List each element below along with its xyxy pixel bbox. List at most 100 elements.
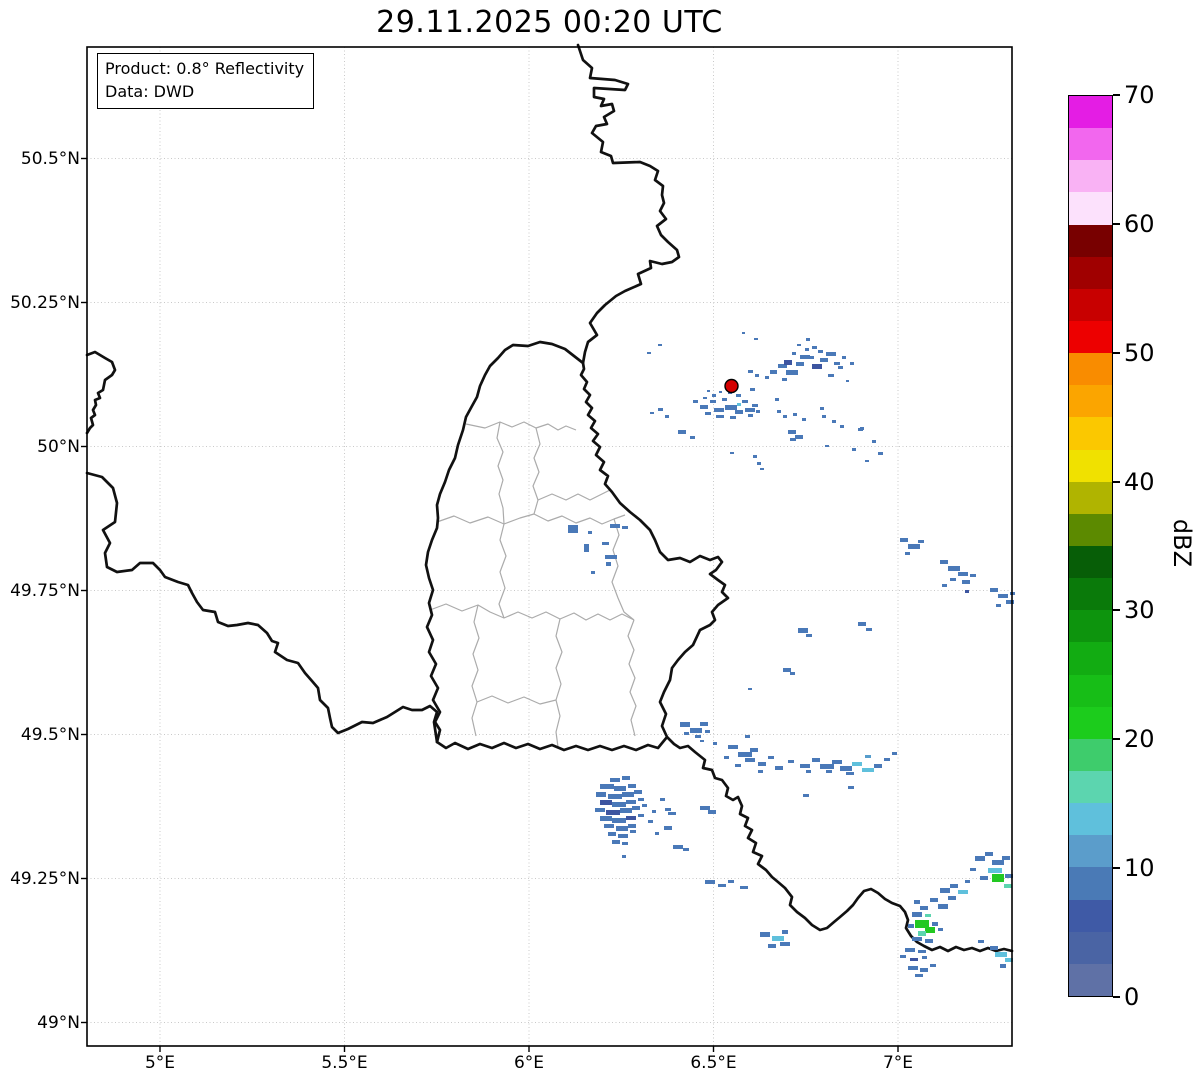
colorbar-segment [1069,353,1112,386]
radar-echo [858,622,866,626]
radar-echo [614,786,626,791]
radar-echo [832,420,836,423]
radar-echo [840,766,852,771]
radar-echo [750,748,758,752]
radar-echo [826,352,836,356]
radar-echo [604,824,614,828]
radar-echo [742,332,745,334]
colorbar-segment [1069,96,1112,129]
radar-echo [802,418,806,421]
radar-echo [818,350,823,353]
colorbar-tick-label: 40 [1124,467,1155,496]
radar-echo [820,764,834,769]
radar-echo [962,580,970,584]
radar-echo [852,762,862,766]
radar-echo [618,834,628,838]
radar-echo [798,628,808,633]
product-info-box: Product: 0.8° Reflectivity Data: DWD [97,53,315,110]
colorbar-segment [1069,545,1112,579]
radar-echo [786,370,798,375]
colorbar-segment [1069,931,1112,964]
radar-echo [722,398,727,401]
radar-echo [846,772,854,775]
radar-echo [874,764,882,768]
radar-echo [866,628,872,631]
radar-echo [826,770,832,773]
radar-echo [995,952,1007,957]
radar-echo [912,937,922,941]
radar-echo [606,562,611,566]
radar-echo [806,634,812,637]
radar-echo [718,884,726,887]
radar-echo [777,410,781,413]
radar-echo [958,890,968,894]
colorbar-segment [1069,642,1112,675]
radar-echo [622,526,628,529]
radar-echo [925,927,935,933]
colorbar-segment [1069,160,1112,193]
radar-echo [638,814,644,817]
radar-echo [980,876,988,880]
radar-echo [838,366,843,369]
radar-echo [938,904,948,909]
colorbar-segment [1069,835,1112,868]
colorbar-segment [1069,610,1112,643]
radar-echo [728,880,734,883]
colorbar-unit-label: dBZ [1168,518,1196,568]
colorbar-segment [1069,417,1112,450]
radar-echo [948,896,956,900]
radar-echo [745,735,750,738]
radar-echo [630,830,636,833]
colorbar-tick-label: 30 [1124,596,1155,625]
radar-echo [724,756,729,759]
colorbar-tick-mark [1113,867,1120,870]
radar-echo [846,380,849,382]
radar-echo [790,438,796,441]
radar-echo [958,572,968,576]
radar-echo [970,868,976,871]
radar-echo [680,722,690,727]
radar-echo [642,804,647,807]
colorbar-segment [1069,963,1112,996]
y-axis-tick-label: 49.75°N [10,580,80,601]
radar-echo [812,758,820,762]
radar-echo [908,924,914,928]
radar-echo [647,352,651,354]
colorbar-tick-mark [1113,738,1120,741]
radar-echo [942,584,947,587]
map-background [87,47,1012,1046]
radar-echo [693,400,698,403]
radar-echo [796,362,804,366]
radar-echo [820,358,828,362]
colorbar-tick-mark [1113,222,1120,225]
colorbar-segment [1069,320,1112,354]
radar-echo [865,755,871,758]
radar-echo [755,374,759,377]
radar-echo [812,346,817,349]
radar-echo [892,752,897,755]
radar-echo [665,808,671,811]
radar-echo [806,770,811,773]
colorbar-segment [1069,481,1112,514]
radar-echo [738,752,752,757]
radar-echo [978,940,984,943]
radar-echo [950,578,956,581]
y-axis-tick-label: 50.5°N [20,148,80,169]
radar-echo [860,427,864,430]
radar-echo [792,352,796,355]
radar-echo [872,440,876,443]
radar-echo [638,798,644,801]
colorbar-segment [1069,899,1112,932]
radar-echo [760,932,770,937]
radar-echo [914,900,920,904]
radar-echo [708,810,716,814]
radar-echo [683,848,689,851]
radar-echo [745,758,755,762]
y-axis-tick-label: 50.25°N [10,292,80,313]
radar-echo [932,922,938,926]
radar-echo [925,939,933,943]
radar-echo [805,348,809,351]
radar-echo [912,912,922,917]
radar-echo [626,816,636,820]
radar-echo [797,344,801,346]
